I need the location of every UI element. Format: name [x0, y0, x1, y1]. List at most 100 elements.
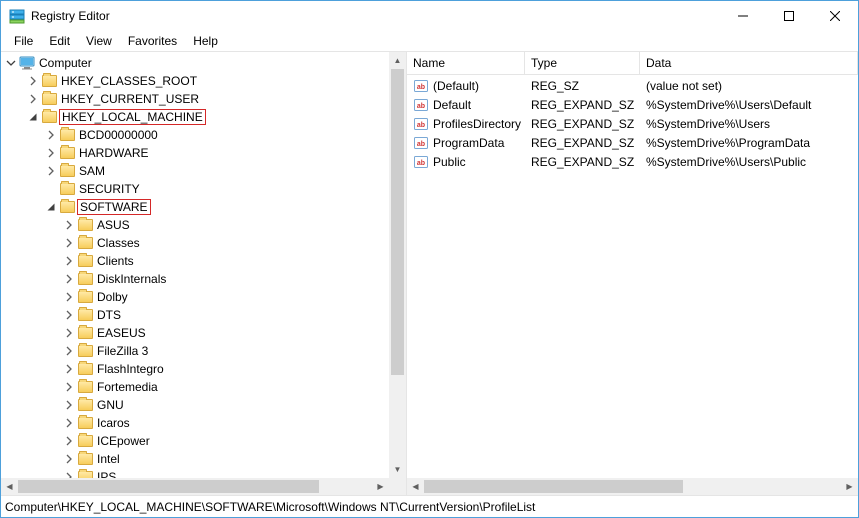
close-button[interactable]: [812, 1, 858, 31]
tree-item[interactable]: GNU: [3, 396, 389, 414]
tree-hscrollbar[interactable]: ◀ ▶: [1, 478, 389, 495]
value-type: REG_EXPAND_SZ: [525, 136, 640, 150]
tree-item[interactable]: HKEY_LOCAL_MACHINE: [3, 108, 389, 126]
tree-item[interactable]: SOFTWARE: [3, 198, 389, 216]
menu-view[interactable]: View: [79, 32, 119, 50]
folder-icon: [77, 361, 93, 377]
col-name[interactable]: Name: [407, 52, 525, 74]
tree-item[interactable]: DTS: [3, 306, 389, 324]
list-row[interactable]: abDefaultREG_EXPAND_SZ%SystemDrive%\User…: [407, 95, 858, 114]
tree-item[interactable]: Fortemedia: [3, 378, 389, 396]
chevron-right-icon[interactable]: [61, 469, 77, 478]
tree-item-label: HKEY_CURRENT_USER: [59, 91, 201, 107]
list-row[interactable]: abProgramDataREG_EXPAND_SZ%SystemDrive%\…: [407, 133, 858, 152]
chevron-right-icon[interactable]: [43, 127, 59, 143]
folder-icon: [77, 289, 93, 305]
chevron-right-icon[interactable]: [25, 91, 41, 107]
col-data[interactable]: Data: [640, 52, 858, 74]
tree-item[interactable]: Classes: [3, 234, 389, 252]
tree-item[interactable]: SECURITY: [3, 180, 389, 198]
chevron-right-icon[interactable]: [61, 271, 77, 287]
col-type[interactable]: Type: [525, 52, 640, 74]
menu-edit[interactable]: Edit: [42, 32, 77, 50]
chevron-right-icon[interactable]: [61, 397, 77, 413]
tree-root[interactable]: Computer: [3, 54, 389, 72]
tree-item[interactable]: HKEY_CLASSES_ROOT: [3, 72, 389, 90]
value-data: %SystemDrive%\ProgramData: [640, 136, 858, 150]
folder-icon: [77, 415, 93, 431]
chevron-down-icon[interactable]: [43, 199, 59, 215]
svg-text:ab: ab: [417, 122, 425, 129]
chevron-right-icon[interactable]: [61, 379, 77, 395]
maximize-button[interactable]: [766, 1, 812, 31]
scroll-right-icon[interactable]: ▶: [841, 478, 858, 495]
tree-item[interactable]: HARDWARE: [3, 144, 389, 162]
tree-vscrollbar[interactable]: ▲ ▼: [389, 52, 406, 478]
menu-help[interactable]: Help: [186, 32, 225, 50]
scroll-left-icon[interactable]: ◀: [407, 478, 424, 495]
tree-item[interactable]: FlashIntegro: [3, 360, 389, 378]
chevron-down-icon[interactable]: [25, 109, 41, 125]
chevron-right-icon[interactable]: [61, 217, 77, 233]
menu-favorites[interactable]: Favorites: [121, 32, 184, 50]
folder-icon: [59, 127, 75, 143]
folder-icon: [77, 235, 93, 251]
list-body[interactable]: ab(Default)REG_SZ(value not set)abDefaul…: [407, 75, 858, 171]
tree-item-label: Dolby: [95, 289, 130, 305]
chevron-right-icon[interactable]: [61, 307, 77, 323]
chevron-right-icon[interactable]: [61, 325, 77, 341]
scroll-down-icon[interactable]: ▼: [389, 461, 406, 478]
tree-item[interactable]: DiskInternals: [3, 270, 389, 288]
tree-item[interactable]: Clients: [3, 252, 389, 270]
menu-file[interactable]: File: [7, 32, 40, 50]
value-name: Default: [433, 98, 471, 112]
list-header: Name Type Data: [407, 52, 858, 75]
tree-item[interactable]: FileZilla 3: [3, 342, 389, 360]
svg-text:ab: ab: [417, 84, 425, 91]
tree-item[interactable]: ASUS: [3, 216, 389, 234]
chevron-right-icon[interactable]: [25, 73, 41, 89]
scroll-up-icon[interactable]: ▲: [389, 52, 406, 69]
tree-item[interactable]: ICEpower: [3, 432, 389, 450]
registry-tree[interactable]: Computer HKEY_CLASSES_ROOTHKEY_CURRENT_U…: [1, 52, 389, 478]
tree-item[interactable]: IPS: [3, 468, 389, 478]
tree-item-label: Classes: [95, 235, 142, 251]
chevron-right-icon[interactable]: [61, 343, 77, 359]
chevron-right-icon[interactable]: [43, 163, 59, 179]
tree-item[interactable]: HKEY_CURRENT_USER: [3, 90, 389, 108]
tree-item-label: EASEUS: [95, 325, 148, 341]
chevron-right-icon[interactable]: [61, 451, 77, 467]
tree-item-label: FileZilla 3: [95, 343, 150, 359]
list-row[interactable]: abPublicREG_EXPAND_SZ%SystemDrive%\Users…: [407, 152, 858, 171]
tree-item[interactable]: Icaros: [3, 414, 389, 432]
chevron-right-icon[interactable]: [61, 289, 77, 305]
value-name: Public: [433, 155, 466, 169]
chevron-right-icon[interactable]: [43, 145, 59, 161]
chevron-right-icon[interactable]: [61, 235, 77, 251]
value-data: (value not set): [640, 79, 858, 93]
scroll-right-icon[interactable]: ▶: [372, 478, 389, 495]
tree-item[interactable]: Intel: [3, 450, 389, 468]
folder-icon: [59, 145, 75, 161]
chevron-right-icon[interactable]: [61, 415, 77, 431]
value-name: (Default): [433, 79, 479, 93]
list-row[interactable]: ab(Default)REG_SZ(value not set): [407, 76, 858, 95]
value-data: %SystemDrive%\Users\Public: [640, 155, 858, 169]
list-pane: Name Type Data ab(Default)REG_SZ(value n…: [407, 52, 858, 495]
chevron-down-icon[interactable]: [3, 55, 19, 71]
tree-item-label: HKEY_LOCAL_MACHINE: [59, 109, 206, 125]
tree-item[interactable]: BCD00000000: [3, 126, 389, 144]
tree-item[interactable]: Dolby: [3, 288, 389, 306]
chevron-right-icon[interactable]: [61, 361, 77, 377]
chevron-right-icon[interactable]: [61, 433, 77, 449]
tree-item[interactable]: EASEUS: [3, 324, 389, 342]
minimize-button[interactable]: [720, 1, 766, 31]
list-row[interactable]: abProfilesDirectoryREG_EXPAND_SZ%SystemD…: [407, 114, 858, 133]
expander-none[interactable]: [43, 181, 59, 197]
tree-item[interactable]: SAM: [3, 162, 389, 180]
scroll-left-icon[interactable]: ◀: [1, 478, 18, 495]
computer-icon: [19, 55, 35, 71]
chevron-right-icon[interactable]: [61, 253, 77, 269]
status-bar: Computer\HKEY_LOCAL_MACHINE\SOFTWARE\Mic…: [1, 495, 858, 517]
list-hscrollbar[interactable]: ◀ ▶: [407, 478, 858, 495]
